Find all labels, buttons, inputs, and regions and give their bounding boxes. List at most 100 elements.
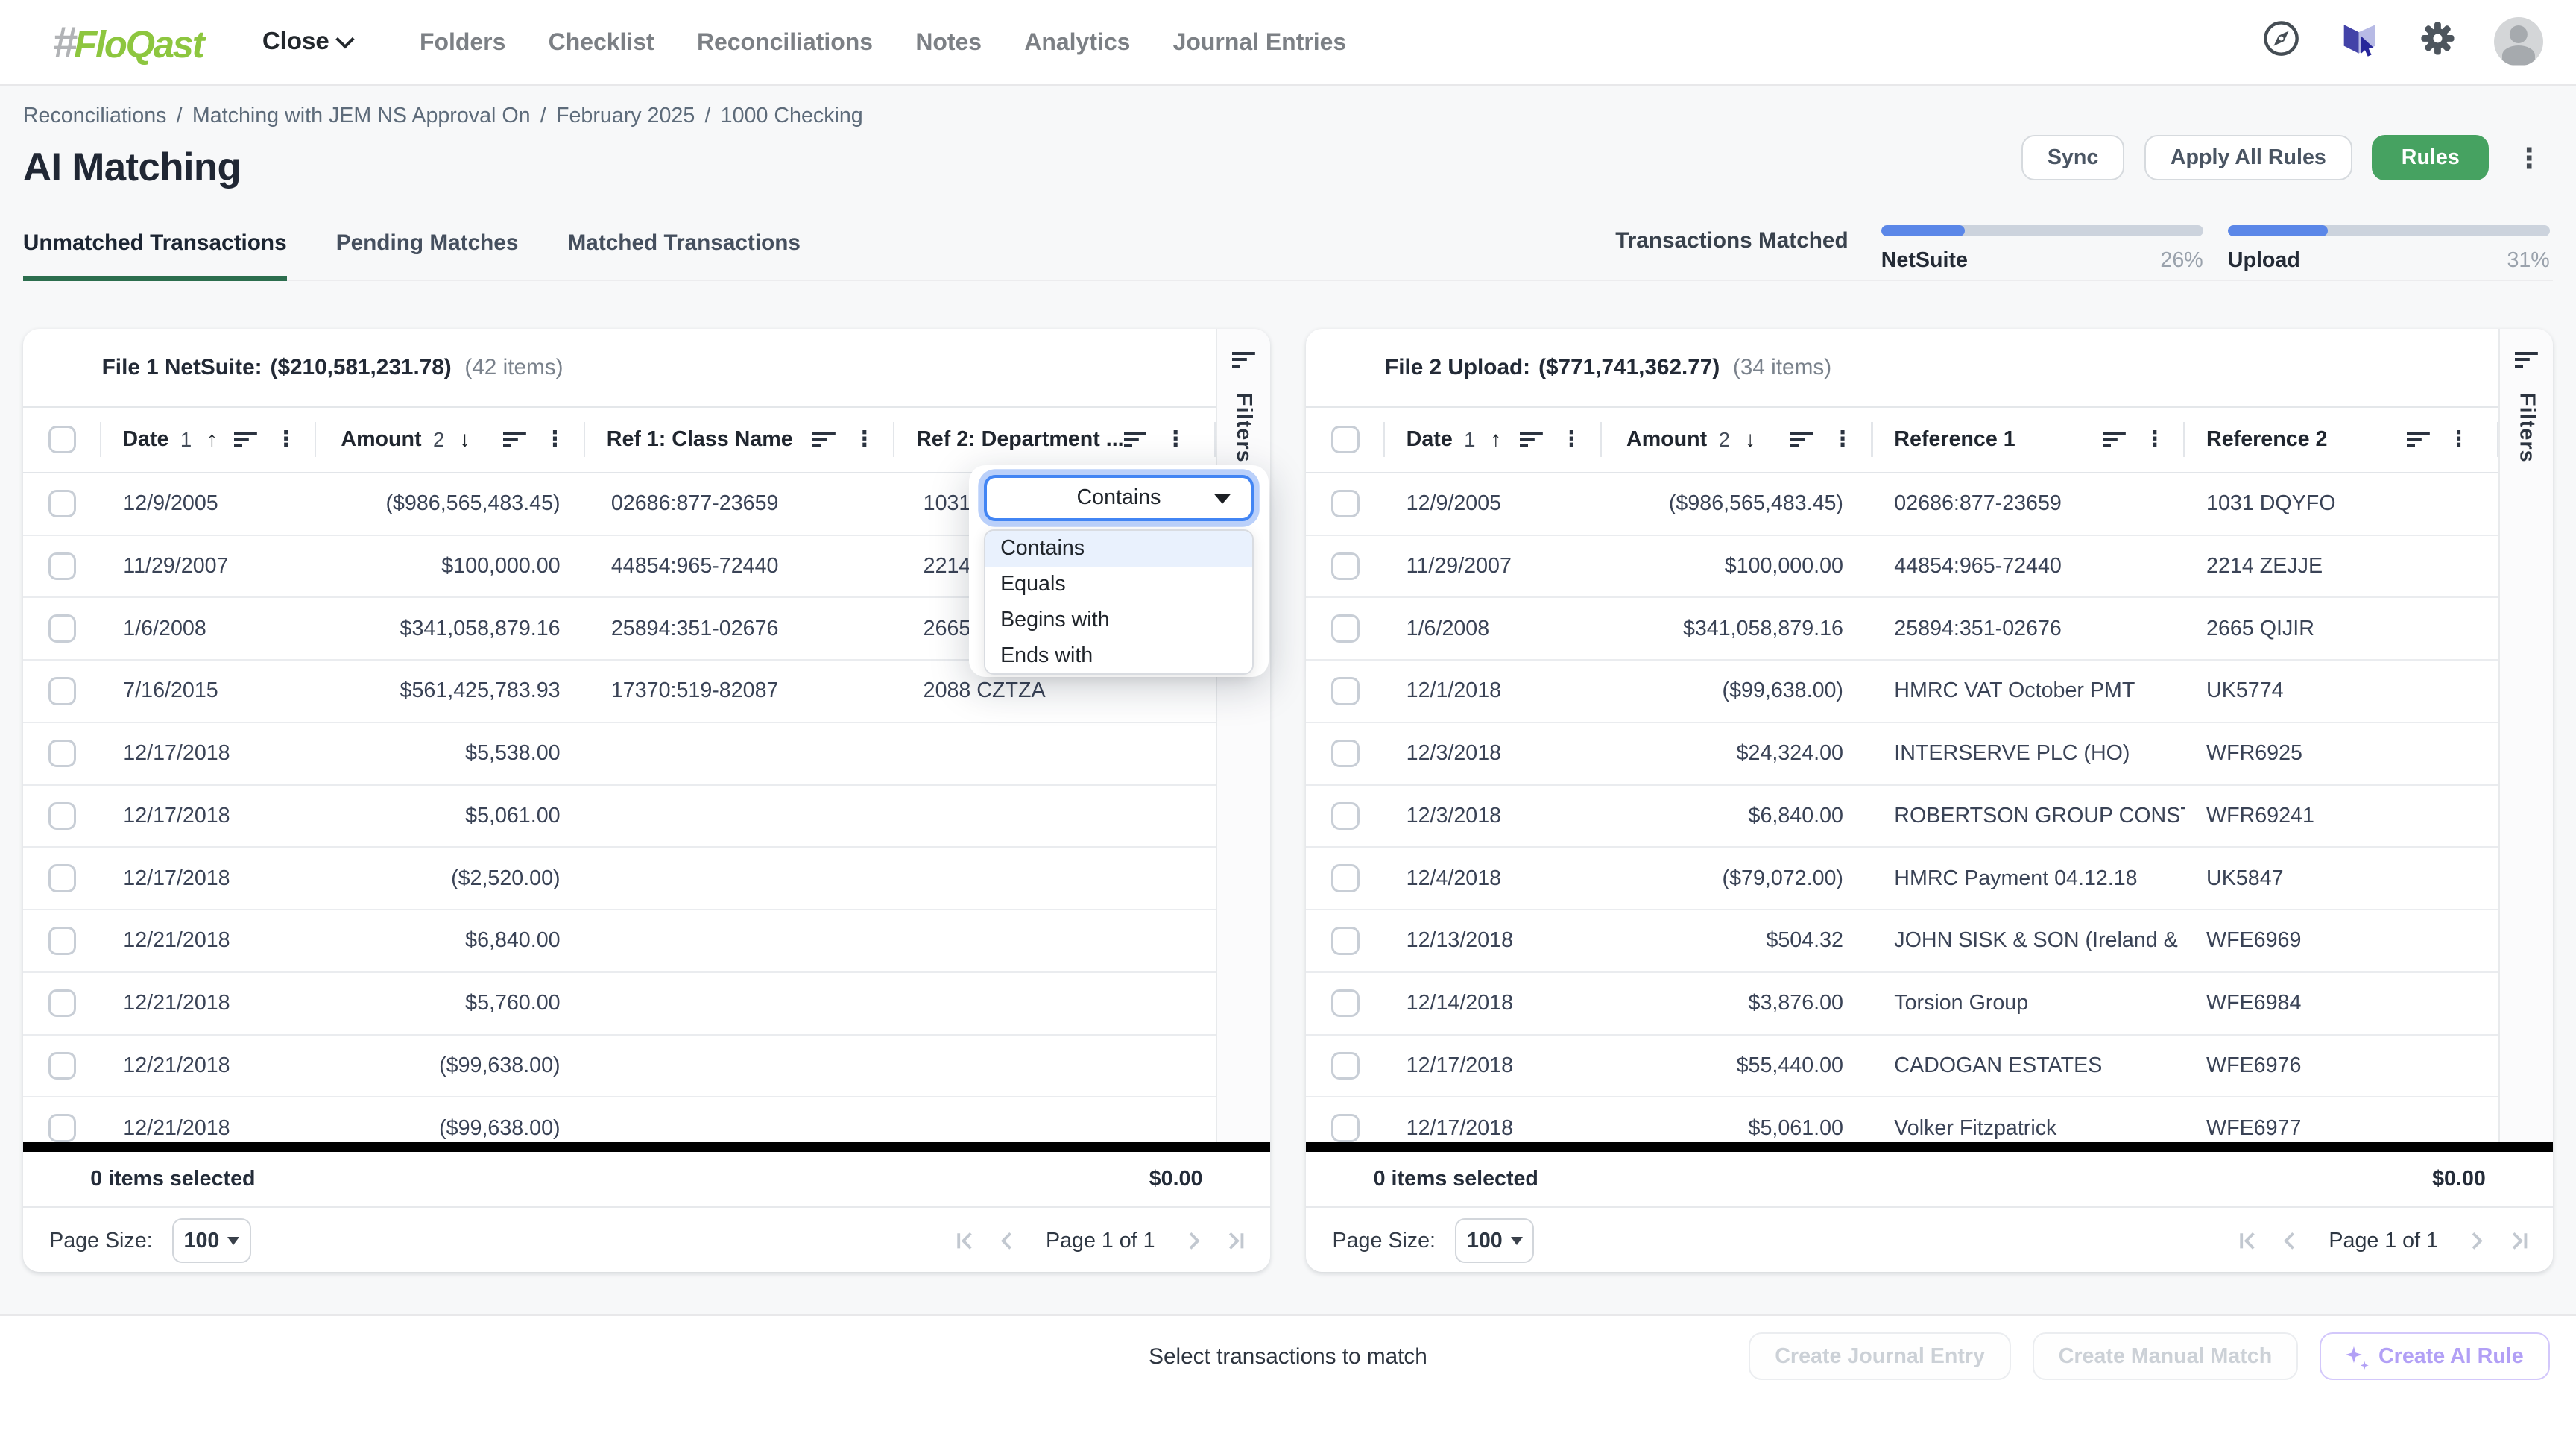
filter-operator-select[interactable]: Contains [984,475,1253,521]
filter-icon[interactable] [2407,429,2430,449]
floqast-logo[interactable]: # FloQast [53,16,203,68]
breadcrumb-account[interactable]: 1000 Checking [721,104,863,128]
last-page-icon[interactable] [2509,1230,2531,1252]
settings-gear-icon[interactable] [2418,19,2457,65]
next-page-icon[interactable] [2466,1230,2487,1252]
row-checkbox[interactable] [48,864,76,892]
row-checkbox[interactable] [1331,989,1359,1017]
filter-icon[interactable] [1790,429,1813,449]
sort-asc-icon[interactable]: ↑ [206,427,218,453]
breadcrumb-reconciliations[interactable]: Reconciliations [23,104,167,128]
filter-icon[interactable] [503,429,526,449]
create-journal-entry-button[interactable]: Create Journal Entry [1749,1332,2011,1380]
option-contains[interactable]: Contains [985,531,1251,567]
row-checkbox[interactable] [1331,552,1359,580]
column-header-ref-2-department[interactable]: Ref 2: Department ...⋮ [894,408,1216,472]
column-header-date[interactable]: Date1↑⋮ [101,408,317,472]
filters-panel-toggle[interactable]: Filters [2498,329,2553,1152]
horizontal-scrollbar[interactable] [1306,1142,2553,1152]
filter-icon[interactable] [234,429,257,449]
rules-button[interactable]: Rules [2372,135,2489,181]
create-ai-rule-button[interactable]: Create AI Rule [2320,1332,2550,1380]
nav-item-reconciliations[interactable]: Reconciliations [697,28,873,56]
row-checkbox[interactable] [48,677,76,705]
nav-item-checklist[interactable]: Checklist [549,28,654,56]
column-header-amount[interactable]: Amount2↓⋮ [316,408,585,472]
row-checkbox[interactable] [48,802,76,830]
row-checkbox[interactable] [1331,864,1359,892]
cell-amount: ($986,565,483.45) [319,473,590,535]
row-checkbox[interactable] [48,1052,76,1080]
breadcrumb-period[interactable]: February 2025 [556,104,695,128]
option-equals[interactable]: Equals [985,567,1251,602]
row-checkbox[interactable] [48,614,76,642]
row-checkbox[interactable] [48,552,76,580]
row-checkbox[interactable] [48,740,76,767]
nav-item-folders[interactable]: Folders [420,28,505,56]
row-checkbox[interactable] [48,490,76,517]
last-page-icon[interactable] [1225,1230,1247,1252]
column-menu-icon[interactable]: ⋮ [853,429,875,450]
column-header-reference-2[interactable]: Reference 2⋮ [2185,408,2498,472]
tab-unmatched-transactions[interactable]: Unmatched Transactions [23,230,287,281]
filter-icon[interactable] [812,429,836,449]
nav-item-journal-entries[interactable]: Journal Entries [1173,28,1347,56]
row-checkbox[interactable] [1331,1114,1359,1141]
user-avatar[interactable] [2494,17,2543,66]
option-begins-with[interactable]: Begins with [985,602,1251,637]
column-menu-icon[interactable]: ⋮ [1832,429,1854,450]
page-size-select[interactable]: 100 [1455,1218,1534,1263]
apply-all-rules-button[interactable]: Apply All Rules [2144,135,2352,181]
nav-item-analytics[interactable]: Analytics [1024,28,1130,56]
filter-icon[interactable] [2103,429,2126,449]
column-header-reference-1[interactable]: Reference 1⋮ [1873,408,2185,472]
row-checkbox[interactable] [1331,740,1359,767]
row-checkbox[interactable] [1331,1052,1359,1080]
row-checkbox[interactable] [1331,614,1359,642]
column-header-ref-1-class-name[interactable]: Ref 1: Class Name⋮ [585,408,894,472]
compass-icon[interactable] [2261,18,2302,66]
row-checkbox[interactable] [48,927,76,954]
row-checkbox[interactable] [1331,490,1359,517]
column-header-amount[interactable]: Amount2↓⋮ [1602,408,1873,472]
first-page-icon[interactable] [954,1230,976,1252]
column-menu-icon[interactable]: ⋮ [275,429,297,450]
column-menu-icon[interactable]: ⋮ [1561,429,1582,450]
page-menu-kebab-icon[interactable]: ⋮ [2509,142,2550,174]
row-checkbox[interactable] [1331,677,1359,705]
select-all-checkbox[interactable] [48,426,76,453]
row-checkbox[interactable] [1331,802,1359,830]
column-header-date[interactable]: Date1↑⋮ [1385,408,1602,472]
page-size-select[interactable]: 100 [172,1218,251,1263]
tab-pending-matches[interactable]: Pending Matches [336,230,519,281]
sort-asc-icon[interactable]: ↑ [1490,427,1501,453]
prev-page-icon[interactable] [2279,1230,2301,1252]
tab-matched-transactions[interactable]: Matched Transactions [568,230,801,281]
docs-book-icon[interactable] [2337,16,2382,68]
filters-panel-toggle[interactable]: Filters [1216,329,1270,1152]
column-menu-icon[interactable]: ⋮ [2448,429,2469,450]
column-menu-icon[interactable]: ⋮ [544,429,566,450]
filter-icon[interactable] [1124,429,1147,449]
column-menu-icon[interactable]: ⋮ [2144,429,2165,450]
select-all-checkbox[interactable] [1331,426,1359,453]
create-manual-match-button[interactable]: Create Manual Match [2033,1332,2299,1380]
sort-desc-icon[interactable]: ↓ [1745,427,1756,453]
next-page-icon[interactable] [1183,1230,1205,1252]
page-info: Page 1 of 1 [2329,1229,2438,1253]
prev-page-icon[interactable] [997,1230,1018,1252]
row-checkbox[interactable] [48,1114,76,1141]
filter-icon[interactable] [1520,429,1543,449]
option-ends-with[interactable]: Ends with [985,637,1251,673]
row-checkbox[interactable] [1331,927,1359,954]
column-menu-icon[interactable]: ⋮ [1165,429,1187,450]
horizontal-scrollbar[interactable] [23,1142,1270,1152]
sort-desc-icon[interactable]: ↓ [459,427,470,453]
first-page-icon[interactable] [2237,1230,2258,1252]
nav-item-notes[interactable]: Notes [915,28,982,56]
sync-button[interactable]: Sync [2021,135,2125,181]
cell-amount: ($79,072.00) [1602,848,1873,909]
nav-close-menu[interactable]: Close [262,28,354,56]
row-checkbox[interactable] [48,989,76,1017]
breadcrumb-matching[interactable]: Matching with JEM NS Approval On [192,104,531,128]
